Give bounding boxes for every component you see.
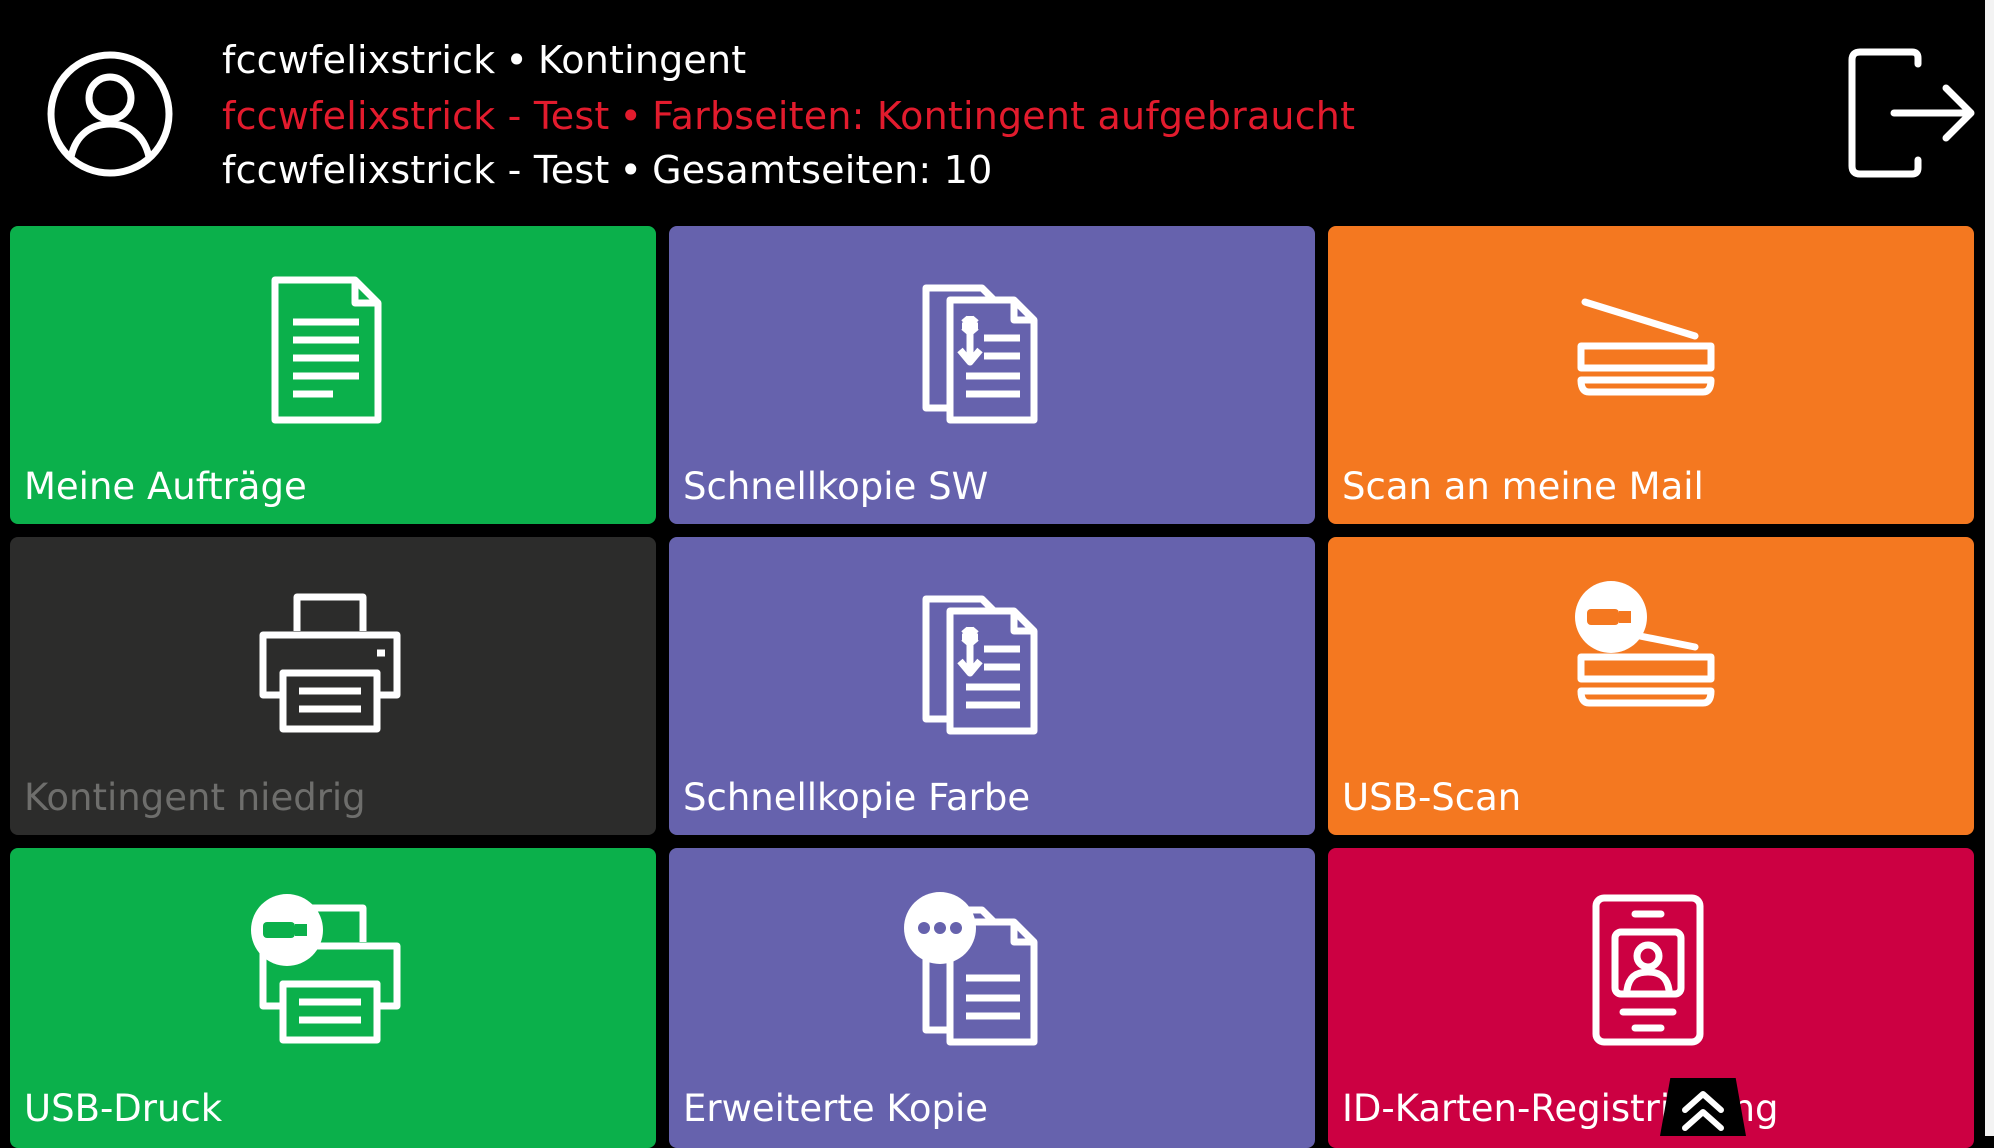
total-pages-status: Gesamtseiten: 10: [652, 148, 993, 192]
logout-icon: [1848, 48, 1975, 178]
logout-button[interactable]: [1846, 46, 1978, 180]
tile-label: Schnellkopie SW: [683, 465, 989, 508]
account-name: fccwfelixstrick: [222, 38, 496, 82]
tile-label: USB-Druck: [24, 1087, 223, 1130]
app-screen: fccwfelixstrick • Kontingent fccwfelixstri…: [0, 0, 1994, 1148]
tile-label: Erweiterte Kopie: [683, 1087, 988, 1130]
copy-icon: [904, 270, 1074, 430]
scanner-icon: [1563, 270, 1733, 430]
id-card-icon: [1563, 892, 1733, 1052]
bullet-separator: •: [619, 94, 643, 138]
quota-line: fccwfelixstrick • Kontingent: [222, 36, 746, 84]
color-quota-warning: fccwfelixstrick - Test • Farbseiten: Konti…: [222, 92, 1355, 140]
tile-my-jobs[interactable]: Meine Aufträge: [10, 226, 656, 524]
account-name: fccwfelixstrick - Test: [222, 148, 610, 192]
document-icon: [245, 270, 415, 430]
double-chevron-up-icon: [1682, 1091, 1724, 1131]
account-name: fccwfelixstrick - Test: [222, 94, 610, 138]
total-pages-line: fccwfelixstrick - Test • Gesamtseiten: 10: [222, 146, 992, 194]
tile-quick-copy-color[interactable]: Schnellkopie Farbe: [669, 537, 1315, 835]
bullet-separator: •: [619, 148, 643, 192]
window-edge: [1985, 0, 1994, 1136]
tile-label: Meine Aufträge: [24, 465, 307, 508]
advanced-copy-icon: [904, 892, 1074, 1052]
color-quota-status: Farbseiten: Kontingent aufgebraucht: [652, 94, 1356, 138]
tile-quota-low: Kontingent niedrig: [10, 537, 656, 835]
tile-scan-to-mail[interactable]: Scan an meine Mail: [1328, 226, 1974, 524]
tile-label: Scan an meine Mail: [1342, 465, 1704, 508]
tile-usb-scan[interactable]: USB-Scan: [1328, 537, 1974, 835]
tile-label: Schnellkopie Farbe: [683, 776, 1031, 819]
tile-label: Kontingent niedrig: [24, 776, 366, 819]
user-header: fccwfelixstrick • Kontingent fccwfelixstri…: [0, 0, 1985, 222]
printer-icon: [245, 581, 415, 741]
bullet-separator: •: [505, 38, 529, 82]
usb-print-icon: [245, 892, 415, 1052]
quota-title: Kontingent: [538, 38, 747, 82]
usb-scan-icon: [1563, 581, 1733, 741]
copy-icon: [904, 581, 1074, 741]
tile-advanced-copy[interactable]: Erweiterte Kopie: [669, 848, 1315, 1148]
tile-usb-print[interactable]: USB-Druck: [10, 848, 656, 1148]
tile-quick-copy-bw[interactable]: Schnellkopie SW: [669, 226, 1315, 524]
tile-id-card-registration[interactable]: ID-Karten-Registrierung: [1328, 848, 1974, 1148]
tile-label: USB-Scan: [1342, 776, 1522, 819]
user-circle-icon: [46, 50, 174, 178]
scroll-up-button[interactable]: [1660, 1078, 1746, 1136]
